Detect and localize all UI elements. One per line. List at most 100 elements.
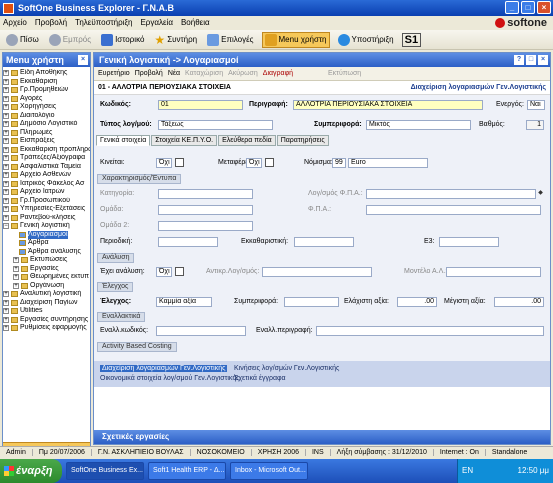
tab-general[interactable]: Γενικά στοιχεία (96, 135, 151, 146)
view-button[interactable]: Προβολή (135, 70, 163, 77)
movement-field[interactable]: Όχι (156, 158, 172, 168)
tree-item[interactable]: + Δημόσιο Λογιστικό (3, 120, 90, 129)
tree-item[interactable]: + Εκκαθάριση (3, 78, 90, 87)
vat-select[interactable] (366, 205, 541, 215)
tree-item[interactable]: + Υπηρεσίες-Εξετάσεις (3, 205, 90, 214)
back-button[interactable]: Πίσω (4, 33, 41, 47)
tree-item[interactable]: + Διαιτολόγιο (3, 112, 90, 121)
vat-account-field[interactable] (366, 189, 536, 199)
control-select[interactable]: Καμμία αξία (156, 297, 212, 307)
tree-item[interactable]: Άρθρα ανάλυσης (3, 248, 90, 257)
tree-item[interactable]: + Πληρωμές (3, 129, 90, 138)
code-field[interactable]: 01 (158, 100, 243, 110)
favorites-button[interactable]: ★ Συντήρη (152, 32, 199, 48)
language-indicator[interactable]: EN (462, 459, 473, 483)
active-field[interactable]: Ναι (527, 100, 545, 110)
close-button[interactable]: × (537, 1, 551, 14)
cancel-button[interactable]: Ακύρωση (228, 70, 258, 77)
menu-tools[interactable]: Εργαλεία (140, 18, 172, 27)
related-tasks-header[interactable]: Σχετικές εργασίες (94, 430, 550, 444)
lookup-icon[interactable]: ◆ (537, 189, 544, 197)
options-button[interactable]: Επιλογές (205, 33, 255, 47)
tree-item[interactable]: + Αγορές (3, 95, 90, 104)
periodic-select[interactable] (158, 237, 218, 247)
counter-field[interactable] (262, 267, 372, 277)
history-button[interactable]: Ιστορικό (99, 33, 146, 47)
link-financial-data[interactable]: Οικονομικά στοιχεία λογ/σμού Γεν.Λογιστι… (100, 375, 240, 382)
max-value-field[interactable]: .00 (494, 297, 544, 307)
save-button[interactable]: Καταχώριση (185, 70, 223, 77)
tree-item[interactable]: + Ασφαλιστικά Ταμεία (3, 163, 90, 172)
tree-item[interactable]: + Ραντεβού-κλήσεις (3, 214, 90, 223)
tree-item-accounts[interactable]: Λογαριασμοί (3, 230, 90, 239)
tree-item[interactable]: − Γενική λογιστική (3, 222, 90, 231)
tree-item[interactable]: + Είδη Αποθήκης (3, 69, 90, 78)
help-icon[interactable]: ? (514, 55, 524, 65)
close-panel-icon[interactable]: × (538, 55, 548, 65)
e3-select[interactable] (439, 237, 499, 247)
tree-item[interactable]: + Αρχείο Ασθενών (3, 171, 90, 180)
menu-view[interactable]: Προβολή (35, 18, 67, 27)
index-button[interactable]: Ευρετήριο (98, 70, 130, 77)
link-manage-accounts[interactable]: Διαχείριση λογαριασμών Γεν.Λογιστικής (100, 365, 228, 372)
group-select[interactable] (158, 205, 253, 215)
s1-button[interactable]: S1 (401, 32, 422, 47)
pin-icon[interactable]: × (78, 55, 88, 65)
print-button[interactable]: Εκτύπωση (328, 70, 361, 77)
delete-button[interactable]: Διαγραφή (263, 70, 293, 77)
tree-item[interactable]: + Εισπράξεις (3, 137, 90, 146)
task-softone[interactable]: SoftOne Business Ex... (66, 462, 144, 480)
min-value-field[interactable]: .00 (397, 297, 437, 307)
tree-item[interactable]: + Τράπεζες/Αξιόγραφα (3, 154, 90, 163)
currency-name[interactable]: Euro (348, 158, 428, 168)
control-behavior-select[interactable] (284, 297, 339, 307)
currency-code[interactable]: 99 (332, 158, 346, 168)
alt-code-field[interactable] (156, 326, 246, 336)
behavior-select[interactable]: Μικτός (366, 120, 471, 130)
tree-item[interactable]: + Εργασίες (3, 265, 90, 274)
menu-support[interactable]: Τηλεϋποστήριξη (75, 18, 132, 27)
model-field[interactable] (446, 267, 541, 277)
restore-icon[interactable]: □ (526, 55, 536, 65)
tab-kepyo[interactable]: Στοιχεία ΚΕ.Π.Υ.Ο. (151, 135, 218, 146)
maximize-button[interactable]: □ (521, 1, 535, 14)
menu-file[interactable]: Αρχείο (3, 18, 27, 27)
tree-item[interactable]: + Αρχείο Ιατρών (3, 188, 90, 197)
tree-item[interactable]: + Γρ.Προμηθειών (3, 86, 90, 95)
transfer-checkbox[interactable] (265, 158, 274, 167)
tree-item[interactable]: + Χορηγήσεις (3, 103, 90, 112)
category-select[interactable] (158, 189, 253, 199)
movement-checkbox[interactable] (175, 158, 184, 167)
new-button[interactable]: Νέα (168, 70, 180, 77)
tab-free-fields[interactable]: Ελεύθερα πεδία (218, 135, 276, 146)
has-analysis-checkbox[interactable] (175, 267, 184, 276)
forward-button[interactable]: Εμπρός (47, 33, 93, 47)
alt-desc-field[interactable] (316, 326, 544, 336)
has-analysis-field[interactable]: Όχι (156, 267, 172, 277)
minimize-button[interactable]: _ (505, 1, 519, 14)
group2-select[interactable] (158, 221, 253, 231)
tree-item[interactable]: + Εκκαθαριση προπληρωμ (3, 146, 90, 155)
start-button[interactable]: έναρξη (0, 459, 62, 483)
tree-item[interactable]: Άρθρα (3, 239, 90, 248)
tree-item[interactable]: + Εκτυπώσεις (3, 256, 90, 265)
clearing-select[interactable] (294, 237, 354, 247)
tree-item[interactable]: + Διαχείριση Παγίων (3, 299, 90, 308)
tree-item[interactable]: + Αναλυτική λογιστική (3, 290, 90, 299)
desc-field[interactable]: ΑΛΛΟΤΡΙΑ ΠΕΡΙΟΥΣΙΑΚΑ ΣΤΟΙΧΕΙΑ (293, 100, 483, 110)
tree-item[interactable]: + Θεωρημένες εκτυπ (3, 273, 90, 282)
task-health-erp[interactable]: Soft1 Health ERP - Δ... (148, 462, 226, 480)
menu-help[interactable]: Βοήθεια (181, 18, 210, 27)
tree-item[interactable]: + Ιατρικός Φάκελος Ασ (3, 180, 90, 189)
tree-item[interactable]: + Ρυθμίσεις εφαρμογής (3, 324, 90, 333)
tree-item[interactable]: + Οργάνωση (3, 282, 90, 291)
support-button[interactable]: Υποστήριξη (336, 33, 396, 47)
link-related-documents[interactable]: Σχετικά έγγραφα (234, 375, 286, 382)
link-account-movements[interactable]: Κινήσεις λογ/σμών Γεν.Λογιστικής (234, 365, 339, 372)
tree-item[interactable]: + Γρ.Προσωπικού (3, 197, 90, 206)
task-outlook[interactable]: Inbox - Microsoft Out... (230, 462, 308, 480)
type-select[interactable]: Τάξεως (158, 120, 273, 130)
transfer-field[interactable]: Όχι (246, 158, 262, 168)
tab-notes[interactable]: Παρατηρήσεις (276, 135, 329, 146)
tree-item[interactable]: + Εργασίες συντήρησης (3, 316, 90, 325)
